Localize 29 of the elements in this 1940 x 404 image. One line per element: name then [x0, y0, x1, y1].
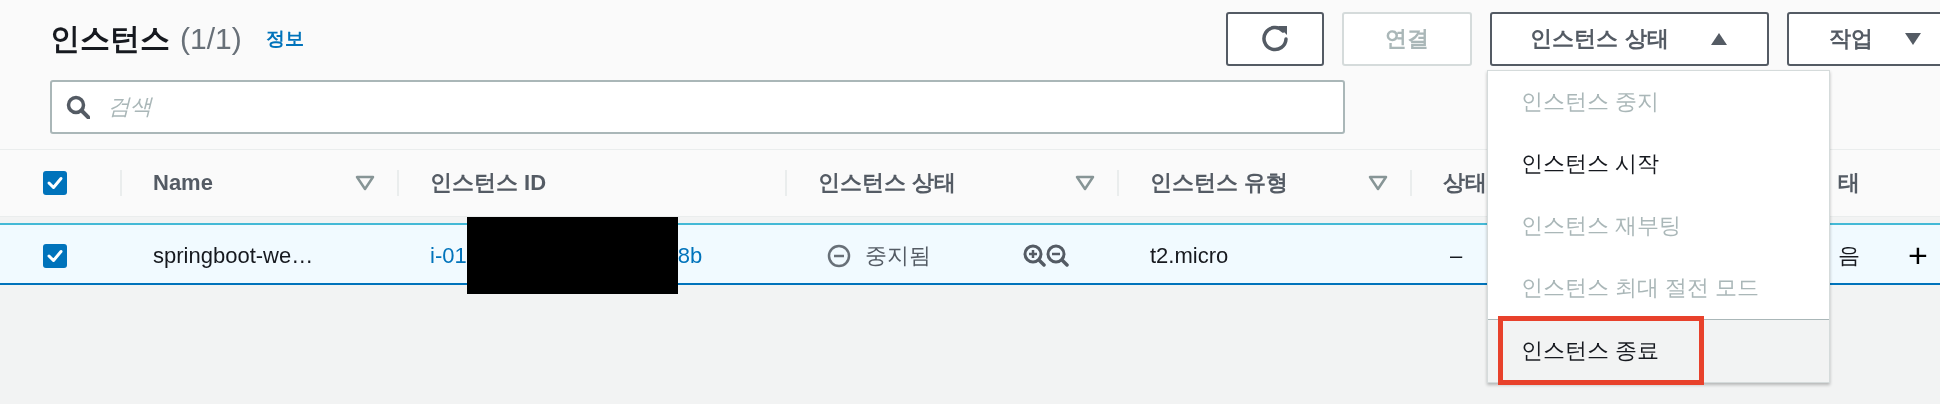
column-header[interactable]: 인스턴스 ID [430, 168, 547, 198]
search-icon [66, 95, 90, 119]
search-field[interactable]: 검색 [50, 80, 1345, 134]
instance-state: 중지됨 [865, 241, 931, 270]
zoom-out-icon [1046, 244, 1069, 267]
checkbox[interactable] [43, 243, 67, 268]
column-header[interactable]: Name [153, 170, 213, 196]
page-title: 인스턴스 [50, 20, 170, 57]
refresh-button[interactable] [1226, 12, 1324, 66]
menu-item[interactable]: 인스턴스 시작 [1488, 133, 1829, 195]
column-header[interactable]: 태 [1838, 168, 1860, 198]
instance-id-link[interactable]: i-01 [430, 242, 467, 269]
table-cell: t2.micro [1150, 242, 1229, 269]
checkbox[interactable] [43, 171, 67, 195]
menu-item[interactable]: 인스턴스 종료 [1488, 319, 1829, 382]
expand-button[interactable]: + [1908, 236, 1928, 275]
column-header[interactable]: 인스턴스 상태 [818, 168, 957, 198]
column-header[interactable]: 상태 [1443, 168, 1487, 198]
table-cell: – [1450, 242, 1463, 269]
checkmark-icon [46, 174, 64, 192]
instance-id-link[interactable]: 8b [677, 242, 703, 269]
instance-count: (1/1) [180, 22, 242, 56]
zoom-in-icon [1023, 244, 1046, 267]
dropdown-button[interactable]: 작업 [1787, 12, 1940, 66]
table-cell: springboot-we… [153, 242, 314, 269]
dropdown-button[interactable]: 인스턴스 상태 [1490, 12, 1769, 66]
column-header[interactable]: 인스턴스 유형 [1150, 168, 1289, 198]
table-cell-text: 음 [1838, 241, 1860, 270]
info-link[interactable]: 정보 [265, 26, 304, 52]
